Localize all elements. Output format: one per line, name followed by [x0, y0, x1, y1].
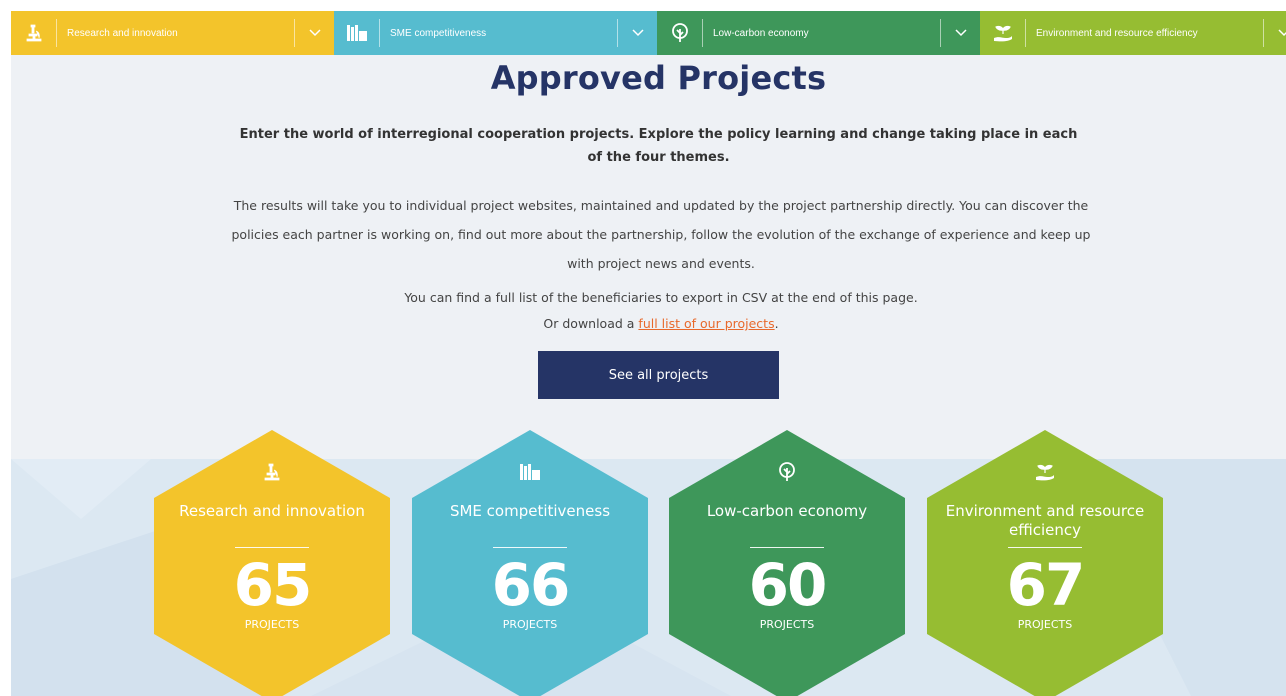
theme-card-low-carbon[interactable]: Low-carbon economy 60 PROJECTS: [669, 430, 905, 696]
nav-tab-label: Environment and resource efficiency: [1036, 27, 1198, 39]
theme-card-sme[interactable]: SME competitiveness 66 PROJECTS: [412, 430, 648, 696]
sprout-hand-icon: [980, 19, 1026, 47]
nav-tab-research[interactable]: Research and innovation: [11, 11, 334, 55]
buildings-icon: [515, 460, 545, 484]
microscope-icon: [257, 460, 287, 484]
tree-icon: [772, 460, 802, 484]
download-prefix: Or download a: [543, 316, 639, 331]
nav-tab-sme[interactable]: SME competitiveness: [334, 11, 657, 55]
theme-title: SME competitiveness: [449, 502, 611, 520]
theme-title: Research and innovation: [179, 502, 365, 520]
csv-info-text: You can find a full list of the benefici…: [404, 290, 918, 305]
project-count-unit: PROJECTS: [502, 618, 558, 631]
nav-tab-label: Low-carbon economy: [713, 27, 809, 39]
download-line: Or download a full list of our projects.: [231, 311, 1091, 337]
divider: [1008, 547, 1082, 548]
full-list-link[interactable]: full list of our projects: [638, 316, 774, 331]
nav-tab-label: SME competitiveness: [390, 27, 487, 39]
divider: [235, 547, 309, 548]
theme-card-environment[interactable]: Environment and resource efficiency 67 P…: [927, 430, 1163, 696]
theme-title: Low-carbon economy: [706, 502, 868, 520]
microscope-icon: [11, 19, 57, 47]
buildings-icon: [334, 19, 380, 47]
chevron-down-icon[interactable]: [617, 19, 657, 47]
project-count: 66: [491, 551, 571, 619]
project-count: 67: [1006, 551, 1086, 619]
nav-tab-label: Research and innovation: [67, 27, 178, 39]
download-info: You can find a full list of the benefici…: [231, 285, 1091, 337]
download-suffix: .: [774, 316, 779, 331]
theme-title: Environment and resource efficiency: [945, 502, 1145, 539]
project-count: 65: [233, 551, 313, 619]
divider: [493, 547, 567, 548]
theme-card-research[interactable]: Research and innovation 65 PROJECTS: [154, 430, 390, 696]
page: Research and innovation SME competitiven…: [11, 11, 1286, 696]
project-count: 60: [748, 551, 828, 619]
description-text: The results will take you to individual …: [231, 198, 1091, 271]
project-count-unit: PROJECTS: [244, 618, 300, 631]
sprout-hand-icon: [1030, 460, 1060, 484]
nav-tab-environment[interactable]: Environment and resource efficiency: [980, 11, 1286, 55]
page-title: Approved Projects: [490, 59, 827, 97]
divider: [750, 547, 824, 548]
project-count-unit: PROJECTS: [759, 618, 815, 631]
theme-nav: Research and innovation SME competitiven…: [11, 11, 1286, 55]
see-all-projects-button[interactable]: See all projects: [538, 351, 779, 399]
tree-icon: [657, 19, 703, 47]
intro-text: Enter the world of interregional coopera…: [239, 127, 1078, 165]
project-count-unit: PROJECTS: [1017, 618, 1073, 631]
chevron-down-icon[interactable]: [1263, 19, 1286, 47]
chevron-down-icon[interactable]: [294, 19, 334, 47]
nav-tab-low-carbon[interactable]: Low-carbon economy: [657, 11, 980, 55]
chevron-down-icon[interactable]: [940, 19, 980, 47]
